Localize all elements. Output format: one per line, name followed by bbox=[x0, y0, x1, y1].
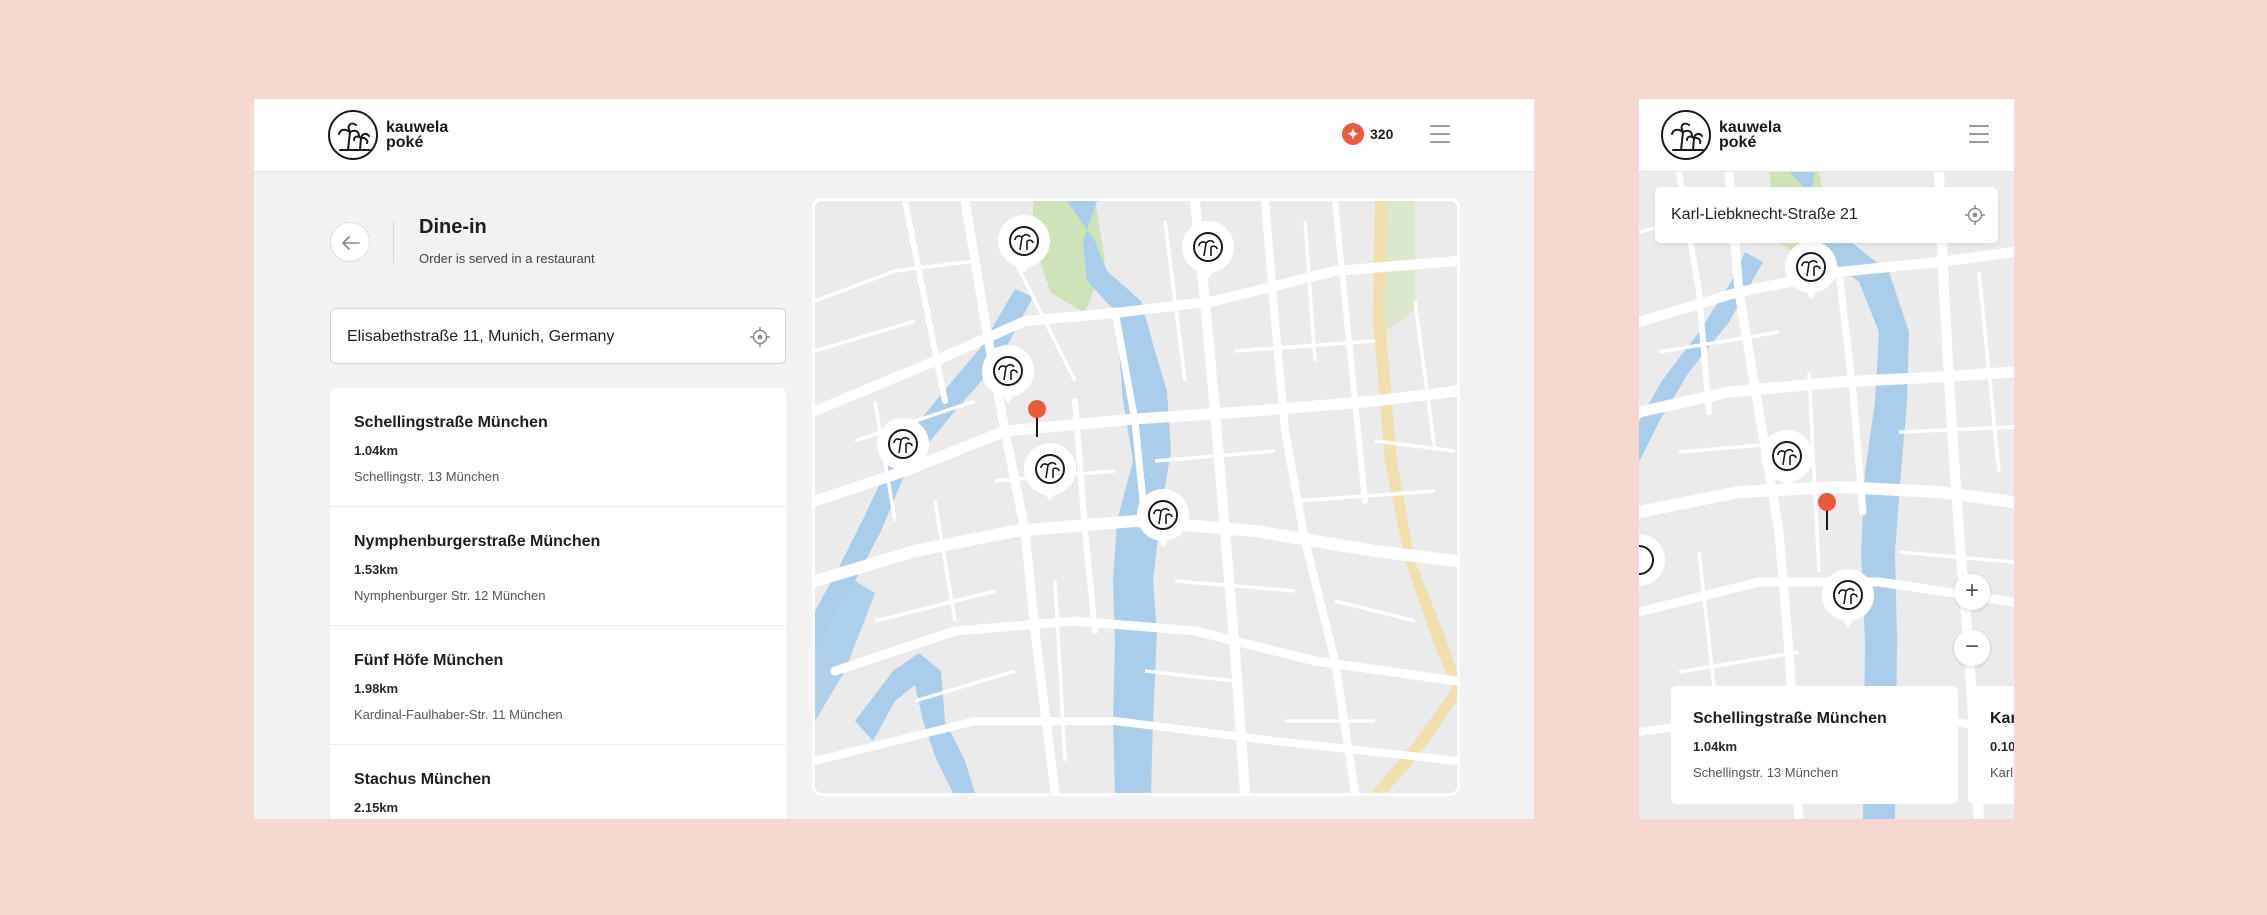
palm-logo-icon bbox=[1661, 110, 1711, 160]
restaurant-item[interactable]: Nymphenburgerstraße München 1.53km Nymph… bbox=[330, 507, 786, 626]
restaurant-name: Schellingstraße München bbox=[354, 414, 548, 431]
restaurant-address: Schellingstr. 13 München bbox=[354, 469, 500, 484]
loyalty-points[interactable]: ✦ 320 bbox=[1342, 123, 1393, 145]
mobile-header: kauwela poké bbox=[1639, 99, 2014, 172]
app-header: kauwela poké ✦ 320 bbox=[254, 99, 1534, 172]
address-value: Elisabethstraße 11, Munich, Germany bbox=[347, 328, 615, 345]
brand-name-line1: kauwela bbox=[1719, 119, 1782, 136]
hamburger-icon[interactable] bbox=[1430, 125, 1450, 143]
restaurant-distance: 0.10 bbox=[1990, 739, 2014, 754]
restaurant-distance: 1.04km bbox=[354, 443, 399, 458]
header-divider bbox=[393, 221, 394, 263]
restaurant-name: Fünf Höfe München bbox=[354, 652, 504, 669]
points-value: 320 bbox=[1370, 126, 1394, 142]
restaurant-address: Kardinal-Faulhaber-Str. 11 München bbox=[354, 707, 563, 722]
restaurant-list: Schellingstraße München 1.04km Schelling… bbox=[330, 388, 786, 819]
restaurant-address: Schellingstr. 13 München bbox=[1693, 765, 1839, 780]
page-subtitle: Order is served in a restaurant bbox=[419, 251, 595, 266]
brand-logo[interactable]: kauwela poké bbox=[328, 110, 448, 160]
restaurant-card[interactable]: Kar 0.10 Karl bbox=[1968, 686, 2014, 804]
map-view[interactable] bbox=[812, 198, 1460, 796]
palm-logo-icon bbox=[328, 110, 378, 160]
brand-name-line2: poké bbox=[386, 134, 424, 151]
restaurant-item[interactable]: Schellingstraße München 1.04km Schelling… bbox=[330, 388, 786, 507]
brand-logo[interactable]: kauwela poké bbox=[1661, 110, 1781, 160]
mobile-frame: kauwela poké Karl-Liebknecht-Straße 21 +… bbox=[1639, 99, 2014, 819]
restaurant-address: Nymphenburger Str. 12 München bbox=[354, 588, 546, 603]
restaurant-name: Kar bbox=[1990, 710, 2014, 727]
restaurant-address: Karl bbox=[1990, 765, 2014, 780]
hamburger-icon[interactable] bbox=[1969, 125, 1989, 143]
mobile-address-input[interactable]: Karl-Liebknecht-Straße 21 bbox=[1655, 187, 1998, 243]
mobile-address-value: Karl-Liebknecht-Straße 21 bbox=[1671, 206, 1858, 223]
restaurant-distance: 1.98km bbox=[354, 681, 399, 696]
restaurant-distance: 1.04km bbox=[1693, 739, 1738, 754]
restaurant-name: Schellingstraße München bbox=[1693, 710, 1887, 727]
restaurant-item[interactable]: Stachus München 2.15km bbox=[330, 745, 786, 819]
address-input[interactable]: Elisabethstraße 11, Munich, Germany bbox=[330, 308, 786, 364]
desktop-frame: kauwela poké ✦ 320 Dine-in Order is serv… bbox=[254, 99, 1534, 819]
restaurant-distance: 2.15km bbox=[354, 800, 399, 815]
back-button[interactable] bbox=[330, 222, 370, 262]
crosshair-icon[interactable] bbox=[749, 326, 771, 348]
restaurant-distance: 1.53km bbox=[354, 562, 399, 577]
restaurant-card[interactable]: Schellingstraße München 1.04km Schelling… bbox=[1671, 686, 1958, 804]
brand-name-line1: kauwela bbox=[386, 119, 449, 136]
crosshair-icon[interactable] bbox=[1964, 204, 1986, 226]
city-map[interactable] bbox=[815, 201, 1457, 793]
restaurant-item[interactable]: Fünf Höfe München 1.98km Kardinal-Faulha… bbox=[330, 626, 786, 745]
restaurant-name: Nymphenburgerstraße München bbox=[354, 533, 601, 550]
arrow-left-icon bbox=[342, 236, 360, 250]
page-title: Dine-in bbox=[419, 216, 487, 238]
zoom-out-button[interactable]: − bbox=[1954, 630, 1990, 666]
star-icon: ✦ bbox=[1342, 123, 1364, 145]
restaurant-name: Stachus München bbox=[354, 771, 491, 788]
brand-name-line2: poké bbox=[1719, 134, 1757, 151]
zoom-in-button[interactable]: + bbox=[1954, 574, 1990, 610]
